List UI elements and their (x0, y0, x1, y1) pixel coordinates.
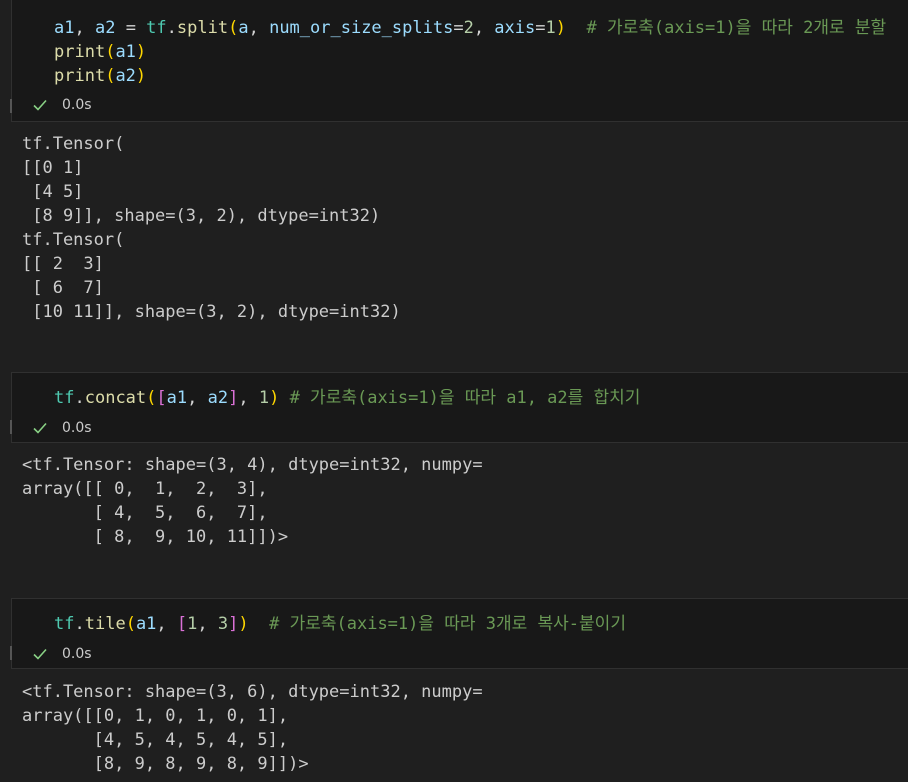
code-line[interactable]: print(a2) (54, 64, 146, 88)
code-token: = (115, 18, 147, 38)
code-token: ) (555, 18, 566, 38)
code-token: ) (135, 66, 147, 86)
execution-time: 0.0s (62, 97, 92, 113)
code-cell-concat[interactable]: tf.concat([a1, a2], 1) # 가로축(axis=1)을 따라… (10, 372, 908, 443)
code-token: a1 (115, 42, 136, 62)
code-token: tf (146, 18, 167, 38)
cell-execution-bar (10, 99, 12, 113)
code-token: , (238, 388, 259, 408)
code-token: . (74, 614, 85, 634)
code-token: a (238, 18, 249, 38)
code-line[interactable]: a1, a2 = tf.split(a, num_or_size_splits=… (54, 16, 886, 40)
code-token: , (187, 388, 208, 408)
code-token: concat (84, 388, 147, 408)
execution-status: 0.0s (32, 97, 92, 113)
code-token: a2 (94, 18, 116, 38)
code-token: , (197, 614, 218, 634)
code-token: ) (269, 388, 280, 408)
code-comment: # 가로축(axis=1)을 따라 3개로 복사-붙이기 (248, 614, 626, 634)
code-comment: # 가로축(axis=1)을 따라 a1, a2를 합치기 (279, 388, 641, 408)
code-token: 3 (217, 614, 229, 634)
code-token: tf (54, 614, 75, 634)
code-token: split (176, 18, 229, 38)
code-token: . (166, 18, 177, 38)
check-icon (33, 99, 47, 111)
execution-status: 0.0s (32, 420, 92, 436)
execution-time: 0.0s (62, 420, 92, 436)
code-token: tf (54, 388, 75, 408)
cell-output: tf.Tensor( [[0 1] [4 5] [8 9]], shape=(3… (22, 134, 401, 322)
execution-time: 0.0s (62, 646, 92, 662)
code-token: , (156, 614, 177, 634)
code-line[interactable]: print(a1) (54, 40, 146, 64)
code-comment: # 가로축(axis=1)을 따라 2개로 분할 (566, 18, 887, 38)
code-token: ) (135, 42, 147, 62)
code-token: a2 (207, 388, 229, 408)
code-token: ) (238, 614, 249, 634)
code-token: print (54, 42, 106, 62)
code-token: a1 (166, 388, 188, 408)
check-icon (33, 422, 47, 434)
code-token: ( (105, 66, 116, 86)
code-token: ( (146, 388, 157, 408)
code-token: [ (176, 614, 188, 634)
code-token: . (74, 388, 85, 408)
code-line[interactable]: tf.tile(a1, [1, 3]) # 가로축(axis=1)을 따라 3개… (54, 612, 626, 636)
code-token: ( (105, 42, 116, 62)
cell-output: <tf.Tensor: shape=(3, 6), dtype=int32, n… (22, 682, 483, 774)
code-token: 1 (545, 18, 556, 38)
code-token: ( (228, 18, 239, 38)
code-token: axis (494, 18, 536, 38)
code-token: a2 (115, 66, 136, 86)
code-line[interactable]: tf.concat([a1, a2], 1) # 가로축(axis=1)을 따라… (54, 386, 640, 410)
code-token: 1 (258, 388, 270, 408)
code-cell-split[interactable]: a1, a2 = tf.split(a, num_or_size_splits=… (10, 0, 908, 122)
cell-execution-bar (10, 646, 12, 660)
code-token: 1 (187, 614, 198, 634)
check-icon (33, 648, 47, 660)
code-token: print (54, 66, 106, 86)
execution-status: 0.0s (32, 646, 92, 662)
cell-output: <tf.Tensor: shape=(3, 4), dtype=int32, n… (22, 455, 483, 547)
code-token: tile (84, 614, 126, 634)
notebook: a1, a2 = tf.split(a, num_or_size_splits=… (0, 0, 908, 782)
cell-execution-bar (10, 420, 12, 434)
code-token: = (453, 18, 464, 38)
code-token: ( (125, 614, 136, 634)
code-token: , (473, 18, 495, 38)
code-cell-tile[interactable]: tf.tile(a1, [1, 3]) # 가로축(axis=1)을 따라 3개… (10, 598, 908, 669)
code-token: num_or_size_splits (269, 18, 454, 38)
code-token: , (74, 18, 95, 38)
code-token: a1 (135, 614, 157, 634)
code-token: a1 (54, 18, 75, 38)
code-token: 2 (463, 18, 474, 38)
code-token: [ (156, 388, 167, 408)
code-token: = (535, 18, 546, 38)
code-token: ] (228, 614, 239, 634)
code-token: , (248, 18, 270, 38)
code-token: ] (228, 388, 239, 408)
